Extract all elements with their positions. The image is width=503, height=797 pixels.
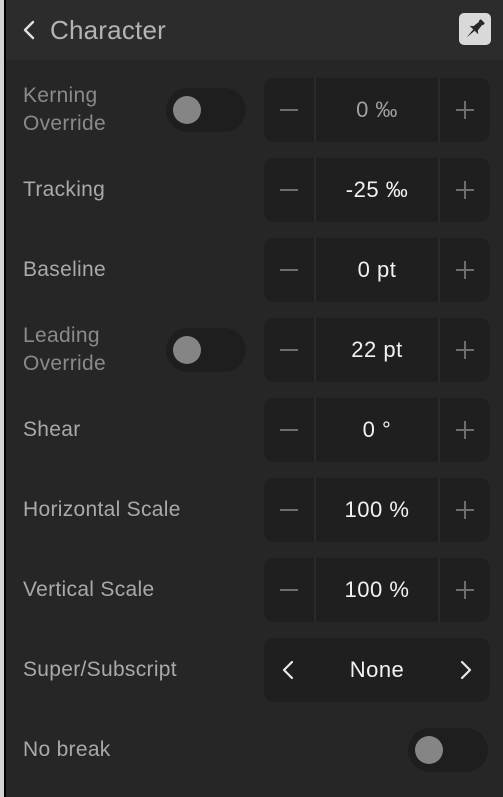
pin-icon <box>466 19 485 38</box>
leading-value[interactable]: 22 pt <box>316 318 438 382</box>
horizontal-scale-label: Horizontal Scale <box>23 498 181 521</box>
vertical-scale-increment-button[interactable] <box>440 558 490 622</box>
next-option-button[interactable] <box>456 658 476 682</box>
plus-icon <box>456 181 474 199</box>
minus-icon <box>280 349 298 351</box>
chevron-left-icon <box>282 660 294 680</box>
super-subscript-picker: None <box>264 638 490 702</box>
horizontal-scale-increment-button[interactable] <box>440 478 490 542</box>
toggle-knob <box>173 336 201 364</box>
row-leading-override: Leading Override 22 pt <box>6 310 503 390</box>
plus-icon <box>456 261 474 279</box>
minus-icon <box>280 109 298 111</box>
minus-icon <box>280 509 298 511</box>
leading-increment-button[interactable] <box>440 318 490 382</box>
tracking-value[interactable]: -25 ‰ <box>316 158 438 222</box>
shear-value[interactable]: 0 ° <box>316 398 438 462</box>
kerning-stepper: 0 ‰ <box>264 78 490 142</box>
leading-stepper: 22 pt <box>264 318 490 382</box>
leading-override-toggle[interactable] <box>166 328 246 372</box>
kerning-increment-button[interactable] <box>440 78 490 142</box>
chevron-left-icon <box>23 20 35 40</box>
baseline-label: Baseline <box>23 258 106 281</box>
row-horizontal-scale: Horizontal Scale 100 % <box>6 470 503 550</box>
shear-label: Shear <box>23 418 81 441</box>
no-break-toggle[interactable] <box>408 728 488 772</box>
plus-icon <box>456 421 474 439</box>
no-break-label: No break <box>23 738 111 761</box>
row-shear: Shear 0 ° <box>6 390 503 470</box>
character-panel: Character Kerning Override 0 ‰ Tracking … <box>4 0 503 797</box>
shear-decrement-button[interactable] <box>264 398 314 462</box>
row-tracking: Tracking -25 ‰ <box>6 150 503 230</box>
tracking-stepper: -25 ‰ <box>264 158 490 222</box>
kerning-override-label: Kerning Override <box>23 84 106 135</box>
horizontal-scale-stepper: 100 % <box>264 478 490 542</box>
super-subscript-label: Super/Subscript <box>23 658 177 681</box>
horizontal-scale-value[interactable]: 100 % <box>316 478 438 542</box>
pin-button[interactable] <box>459 13 491 45</box>
plus-icon <box>456 501 474 519</box>
plus-icon <box>456 101 474 119</box>
plus-icon <box>456 581 474 599</box>
panel-title: Character <box>50 14 166 45</box>
leading-decrement-button[interactable] <box>264 318 314 382</box>
minus-icon <box>280 589 298 591</box>
kerning-decrement-button[interactable] <box>264 78 314 142</box>
minus-icon <box>280 189 298 191</box>
vertical-scale-value[interactable]: 100 % <box>316 558 438 622</box>
super-subscript-value: None <box>349 657 405 682</box>
shear-increment-button[interactable] <box>440 398 490 462</box>
baseline-stepper: 0 pt <box>264 238 490 302</box>
vertical-scale-decrement-button[interactable] <box>264 558 314 622</box>
baseline-value[interactable]: 0 pt <box>316 238 438 302</box>
tracking-increment-button[interactable] <box>440 158 490 222</box>
row-no-break: No break <box>6 710 503 790</box>
row-kerning-override: Kerning Override 0 ‰ <box>6 70 503 150</box>
minus-icon <box>280 429 298 431</box>
horizontal-scale-decrement-button[interactable] <box>264 478 314 542</box>
minus-icon <box>280 269 298 271</box>
toggle-knob <box>415 736 443 764</box>
panel-header: Character <box>6 0 503 60</box>
toggle-knob <box>173 96 201 124</box>
shear-stepper: 0 ° <box>264 398 490 462</box>
back-button[interactable]: Character <box>22 12 166 48</box>
kerning-override-toggle[interactable] <box>166 88 246 132</box>
baseline-increment-button[interactable] <box>440 238 490 302</box>
vertical-scale-label: Vertical Scale <box>23 578 155 601</box>
kerning-value[interactable]: 0 ‰ <box>316 78 438 142</box>
leading-override-label: Leading Override <box>23 324 106 375</box>
row-baseline: Baseline 0 pt <box>6 230 503 310</box>
plus-icon <box>456 341 474 359</box>
tracking-label: Tracking <box>23 178 106 201</box>
baseline-decrement-button[interactable] <box>264 238 314 302</box>
chevron-right-icon <box>460 660 472 680</box>
previous-option-button[interactable] <box>278 658 298 682</box>
row-vertical-scale: Vertical Scale 100 % <box>6 550 503 630</box>
vertical-scale-stepper: 100 % <box>264 558 490 622</box>
tracking-decrement-button[interactable] <box>264 158 314 222</box>
row-super-subscript: Super/Subscript None <box>6 630 503 710</box>
